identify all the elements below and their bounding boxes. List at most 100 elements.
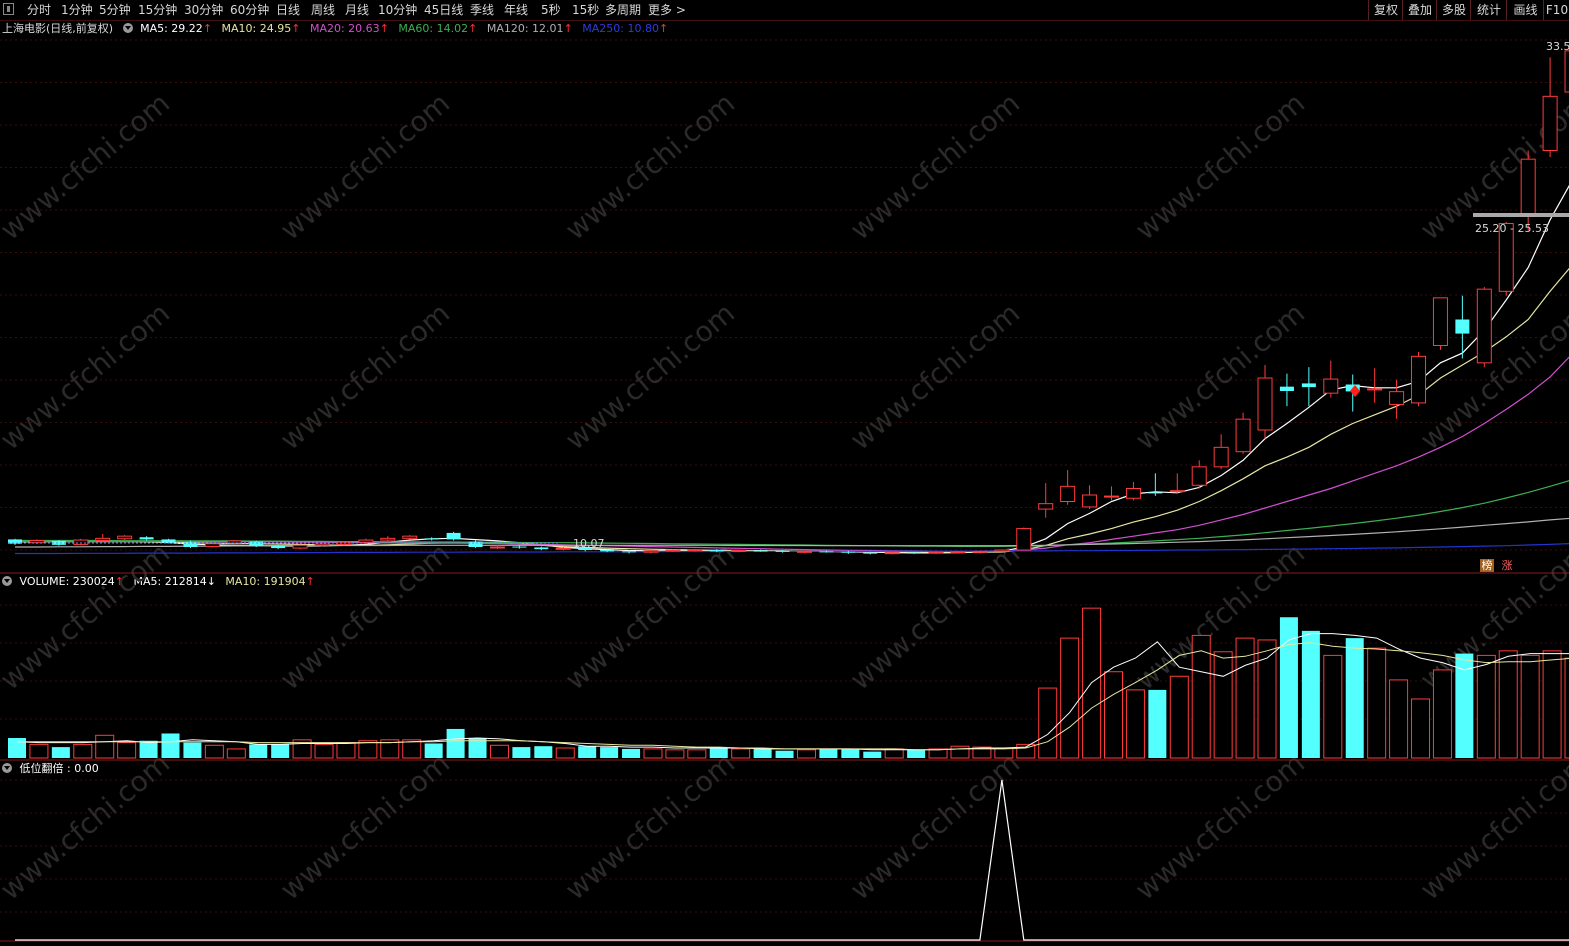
candle-body [972,550,988,553]
candle-body [402,535,418,539]
candle-body [1476,288,1492,364]
volume-bar [1104,671,1123,759]
volume-bar [1432,669,1452,759]
volume-bar [950,745,970,759]
volume-bar [1411,698,1431,759]
volume-bar [753,748,772,758]
candle-body [1104,495,1119,498]
candle-body [468,541,483,547]
volume-bar [446,728,465,758]
volume-bar [1542,650,1562,759]
candle-body [863,552,878,554]
volume-bar [424,743,443,758]
candle-body [1542,95,1558,152]
volume-bar [555,747,575,759]
ma120-line [15,517,1569,548]
volume-bar [1060,637,1080,759]
volume-bar [1345,638,1364,758]
volume-bar [1367,647,1387,759]
candle-body [622,551,637,553]
candle-body [29,540,45,544]
candle-body [687,549,703,552]
candle-body [1455,319,1470,334]
candle-body [1279,386,1294,391]
candle-body [555,547,571,550]
volume-bar [796,749,816,759]
volume-bar [1389,679,1409,759]
volume-bar [489,744,509,759]
candle-body [1301,383,1316,388]
volume-bar [73,743,93,759]
candle-body [709,550,724,552]
candle-body [950,551,966,554]
candle-body [314,543,330,546]
candle-body [1016,528,1032,551]
volume-bar [775,750,794,758]
candle-body [1367,388,1383,391]
volume-bar [29,743,49,759]
candle-body [512,546,527,548]
rise-tag-badge[interactable]: 涨 [1500,559,1514,572]
volume-bar [336,742,356,759]
candle-body [1191,466,1207,486]
volume-bar [731,748,751,759]
candle-body [994,549,1010,552]
ma10-line [15,267,1569,553]
volume-bar [161,733,180,758]
candle-body [731,549,747,552]
volume-bar [139,740,158,758]
candle-body [907,552,922,554]
volume-bar [183,742,202,758]
low-price-label: 10.07 [573,537,605,550]
volume-bar [402,739,422,759]
volume-bar [622,748,641,758]
candle-body [775,550,790,552]
volume-bar [117,742,137,759]
candle-body [446,532,461,540]
candle-body [665,549,681,552]
candle-body [753,550,768,552]
candle-body [1411,355,1427,404]
volume-bar [1213,651,1233,759]
volume-bar [8,738,26,758]
candle-body [1257,377,1273,431]
volume-bar [1520,654,1540,759]
candle-body [139,537,154,540]
volume-bar [1564,657,1569,759]
volume-bar [1498,650,1518,759]
volume-bar [841,748,860,758]
volume-bar [600,747,619,758]
candle-body [1432,297,1448,347]
candle-body [1213,446,1229,468]
candle-body [249,541,264,546]
volume-bar [819,748,838,758]
volume-bar [1038,687,1058,759]
candle-body [358,539,374,543]
volume-bar [1191,634,1211,759]
volume-bar [709,747,728,758]
volume-bar [687,749,707,759]
candle-body [204,543,220,548]
candle-body [1082,494,1098,508]
list-tag-badge[interactable]: 榜 [1480,559,1494,572]
high-price-label: 33.5 [1546,40,1569,53]
volume-bar [1323,654,1343,759]
candle-body [271,545,286,549]
candle-body [796,550,812,553]
candle-body [928,551,944,554]
candle-body [1169,490,1185,493]
candle-body [1038,503,1054,510]
candle-body [489,546,505,549]
candle-body [884,552,900,555]
volume-bar [271,744,290,758]
kline-chart[interactable] [0,0,1569,946]
volume-bar [204,744,224,759]
volume-bar [994,747,1014,759]
candle-body [1060,485,1076,503]
volume-bar [665,749,685,759]
ma20-line [15,356,1569,552]
volume-bar [95,734,115,759]
indicator-line [15,779,1569,941]
volume-bar [1301,630,1320,758]
volume-bar [249,744,268,758]
